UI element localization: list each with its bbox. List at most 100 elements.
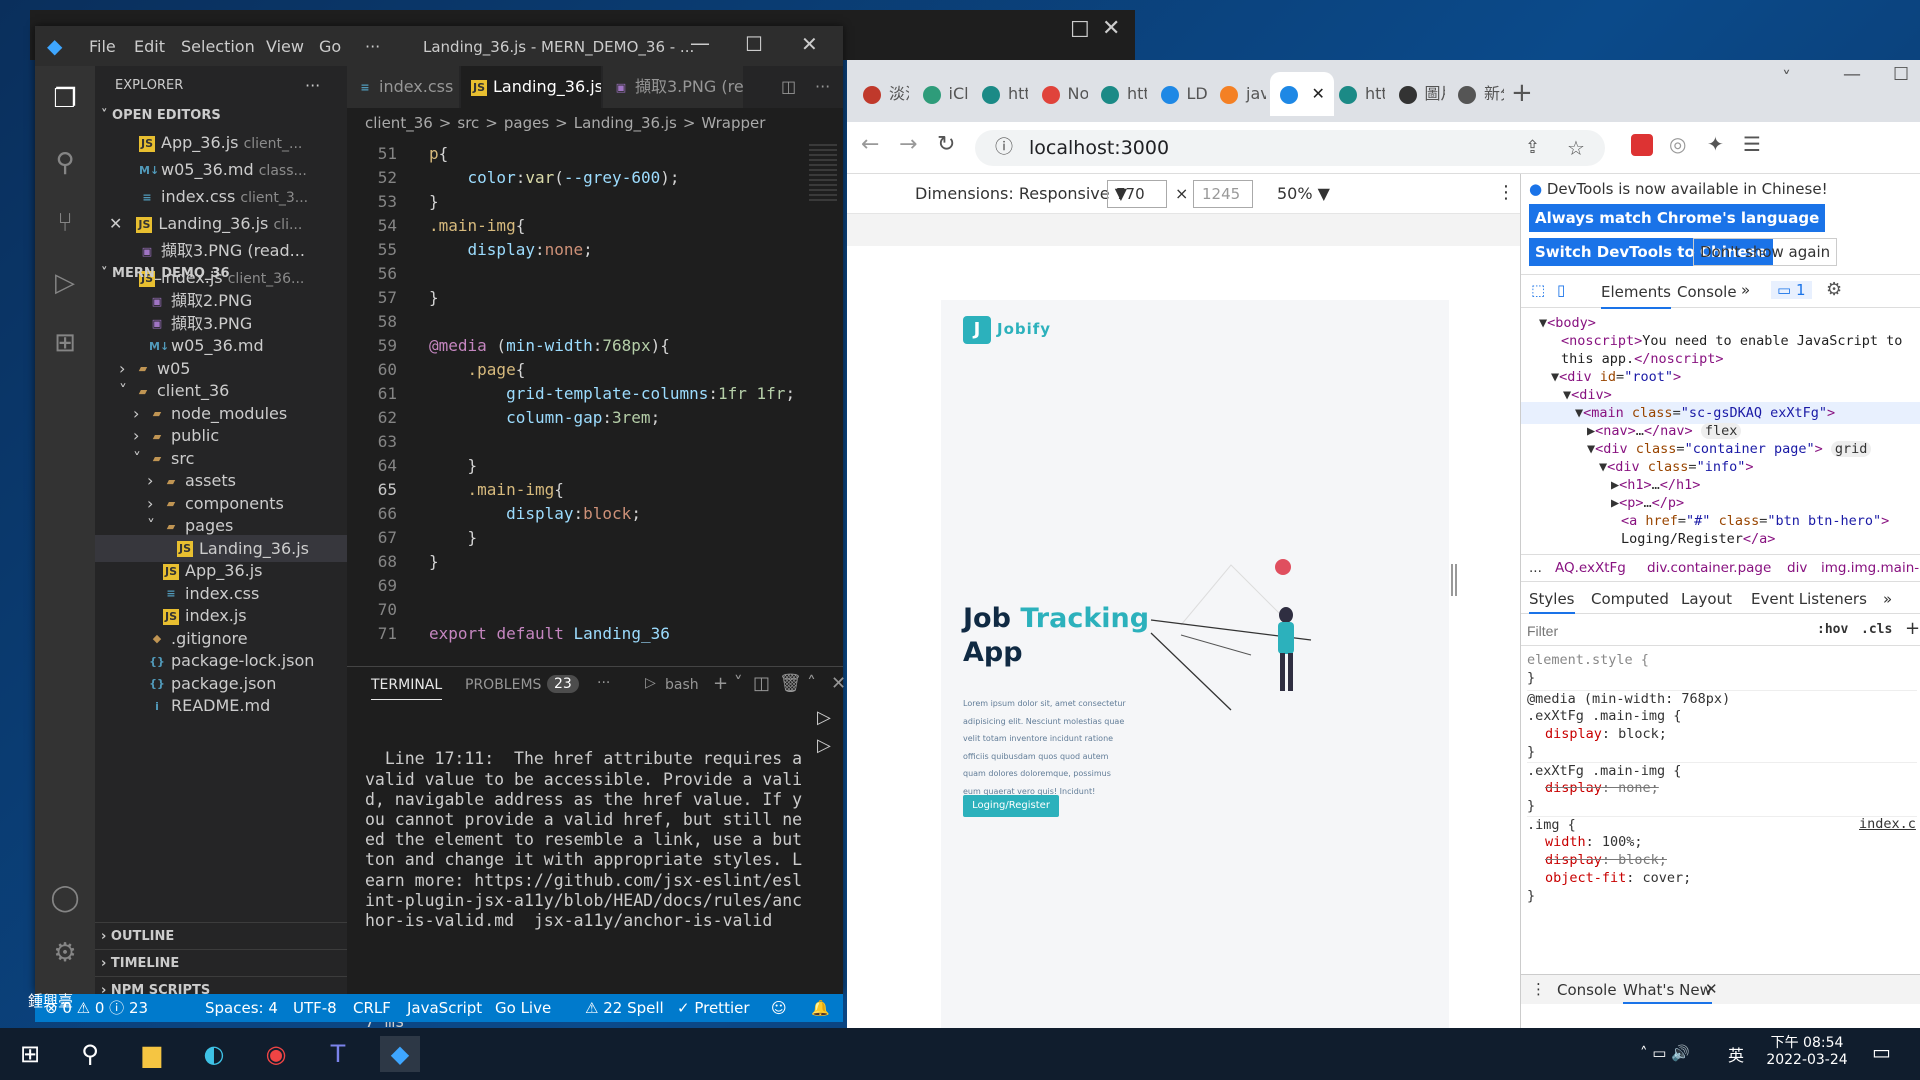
close-tab-icon[interactable]: ✕ xyxy=(1312,84,1325,103)
styles-filter-input[interactable] xyxy=(1527,620,1787,642)
reading-list-icon[interactable]: ☰ xyxy=(1743,132,1761,156)
dimensions-select[interactable]: Dimensions: Responsive ▼ xyxy=(915,184,1127,203)
run-debug-icon[interactable]: ▷ xyxy=(48,266,82,300)
resize-handle[interactable] xyxy=(1451,564,1457,596)
status-spaces[interactable]: Spaces: 4 xyxy=(205,994,278,1022)
reload-icon[interactable]: ↻ xyxy=(937,132,955,157)
menu-more[interactable]: ··· xyxy=(365,37,380,56)
breadcrumb-item[interactable]: src xyxy=(457,114,479,132)
dont-show-button[interactable]: Don't show again xyxy=(1693,238,1838,266)
split-editor-icon[interactable]: ◫ xyxy=(777,66,807,108)
explorer-icon[interactable]: ❐ xyxy=(48,82,82,116)
open-editor-item[interactable]: JS App_36.js client_... xyxy=(95,129,347,156)
address-bar[interactable]: ⓘ localhost:3000 ⇪ ☆ xyxy=(975,130,1605,166)
menu-file[interactable]: File xyxy=(89,37,116,56)
vscode-taskbar-icon[interactable]: ◆ xyxy=(380,1036,420,1072)
tab-terminal[interactable]: TERMINAL xyxy=(371,677,443,700)
trash-icon[interactable]: 🗑 xyxy=(779,673,802,694)
tab-console[interactable]: Console xyxy=(1677,283,1737,301)
close-panel-icon[interactable]: ✕ xyxy=(831,673,846,694)
extension-icon[interactable] xyxy=(1631,134,1653,156)
background-close-icon[interactable]: ✕ xyxy=(1102,16,1120,41)
menu-selection[interactable]: Selection xyxy=(181,37,255,56)
always-match-button[interactable]: Always match Chrome's language xyxy=(1529,204,1826,232)
windows-start-icon[interactable]: ⊞ xyxy=(10,1036,50,1072)
crumb-div[interactable]: div xyxy=(1787,555,1807,581)
device-more-icon[interactable]: ⋮ xyxy=(1497,182,1515,203)
dom-tree[interactable]: ▼<body> <noscript>You need to enable Jav… xyxy=(1521,312,1920,552)
hov-toggle[interactable]: :hov xyxy=(1817,622,1848,637)
tray-icons[interactable]: ˄ ▭ 🔊 xyxy=(1640,1044,1690,1062)
new-terminal-icon[interactable]: + ˅ xyxy=(713,673,743,694)
crumb-container[interactable]: div.container.page xyxy=(1647,555,1771,581)
inspect-icon[interactable]: ⬚ xyxy=(1531,281,1545,299)
close-editor-icon[interactable]: ✕ xyxy=(109,214,122,233)
menu-view[interactable]: View xyxy=(266,37,304,56)
back-icon[interactable]: ← xyxy=(861,132,879,157)
browser-tab[interactable]: htt xyxy=(1329,72,1385,116)
browser-tab[interactable]: 新分 xyxy=(1448,72,1504,116)
forward-icon[interactable]: → xyxy=(899,132,917,157)
tab-layout[interactable]: Layout xyxy=(1681,590,1732,608)
tab-png[interactable]: ▣ 擷取3.PNG (read xyxy=(603,66,743,108)
taskbar-search-icon[interactable]: ⚲ xyxy=(70,1036,110,1072)
outline-section[interactable]: › OUTLINE xyxy=(95,922,347,949)
menu-edit[interactable]: Edit xyxy=(134,37,165,56)
login-register-button[interactable]: Loging/Register xyxy=(963,795,1059,817)
manage-gear-icon[interactable]: ⚙ xyxy=(48,936,82,970)
browser-tab[interactable]: htt xyxy=(1091,72,1147,116)
breadcrumb-item[interactable]: pages xyxy=(504,114,549,132)
browser-tab[interactable]: htt xyxy=(972,72,1028,116)
code-editor[interactable]: 51 52 53 54 55 56 57 58 59 60 61 62 63 64 65 66 67 68 69 70… xyxy=(347,138,843,666)
open-editors-section[interactable]: ˅ OPEN EDITORS xyxy=(95,102,347,129)
panel-more-icon[interactable]: ··· xyxy=(597,675,610,691)
chrome-icon[interactable]: ◉ xyxy=(256,1036,296,1072)
breadcrumb-item[interactable]: Wrapper xyxy=(701,114,765,132)
browser-tab[interactable]: ✕ xyxy=(1269,72,1334,116)
menu-go[interactable]: Go xyxy=(319,37,341,56)
tab-event-listeners[interactable]: Event Listeners xyxy=(1751,590,1867,608)
file-tree-item[interactable]: i README.md xyxy=(95,692,347,719)
minimap[interactable] xyxy=(805,138,843,666)
open-editor-item[interactable]: ✕ JS Landing_36.js cli... xyxy=(95,210,347,237)
browser-tab[interactable]: iCla xyxy=(913,72,969,116)
new-tab-icon[interactable]: + xyxy=(1511,78,1533,108)
status-golive[interactable]: Go Live xyxy=(495,994,551,1022)
breadcrumb-item[interactable]: Landing_36.js xyxy=(574,114,677,132)
styles-rules[interactable]: element.style { } @media (min-width: 768… xyxy=(1521,648,1920,978)
browser-tab[interactable]: No xyxy=(1032,72,1088,116)
open-editor-item[interactable]: ≡ index.css client_3... xyxy=(95,183,347,210)
tab-search-icon[interactable]: ˅ xyxy=(1782,68,1791,89)
crumb-img[interactable]: img.img.main- xyxy=(1821,555,1919,581)
maximize-panel-icon[interactable]: ˄ xyxy=(807,673,816,694)
status-prettier[interactable]: ✓ Prettier xyxy=(677,994,750,1022)
chrome-minimize-icon[interactable]: — xyxy=(1843,64,1861,85)
tab-styles[interactable]: Styles xyxy=(1529,590,1575,614)
drawer-tab-console[interactable]: Console xyxy=(1557,981,1617,999)
project-section[interactable]: ˅ MERN_DEMO_36 xyxy=(95,260,347,287)
tab-elements[interactable]: Elements xyxy=(1601,283,1671,309)
tab-computed[interactable]: Computed xyxy=(1591,590,1669,608)
cls-toggle[interactable]: .cls xyxy=(1861,622,1892,637)
height-input[interactable]: 1245 xyxy=(1193,180,1253,208)
feedback-icon[interactable]: ☺ xyxy=(771,994,787,1022)
minimize-icon[interactable]: — xyxy=(690,31,710,55)
status-eol[interactable]: CRLF xyxy=(353,994,391,1022)
width-input[interactable]: 770 xyxy=(1107,180,1167,208)
background-maximize-icon[interactable]: ☐ xyxy=(1070,18,1090,43)
crumb-ellipsis[interactable]: ... xyxy=(1529,555,1542,581)
styles-more-icon[interactable]: » xyxy=(1883,590,1892,608)
tab-index-css[interactable]: ≡ index.css xyxy=(347,66,459,108)
zoom-select[interactable]: 50% ▼ xyxy=(1277,184,1330,203)
devtools-settings-icon[interactable]: ⚙ xyxy=(1826,279,1842,300)
tab-landing-js[interactable]: JSLanding_36.js ✕ xyxy=(461,66,601,108)
extensions-puzzle-icon[interactable]: ✦ xyxy=(1707,132,1724,156)
maximize-icon[interactable]: ☐ xyxy=(745,32,763,56)
more-tabs-icon[interactable]: » xyxy=(1741,281,1750,299)
ime-indicator[interactable]: 英 xyxy=(1728,1042,1744,1066)
breadcrumb-item[interactable]: client_36 xyxy=(365,114,433,132)
close-icon[interactable]: ✕ xyxy=(801,32,818,56)
file-explorer-icon[interactable]: ▆ xyxy=(132,1036,172,1072)
status-spell[interactable]: ⚠ 22 Spell xyxy=(585,994,664,1022)
drawer-close-icon[interactable]: ✕ xyxy=(1705,980,1718,998)
